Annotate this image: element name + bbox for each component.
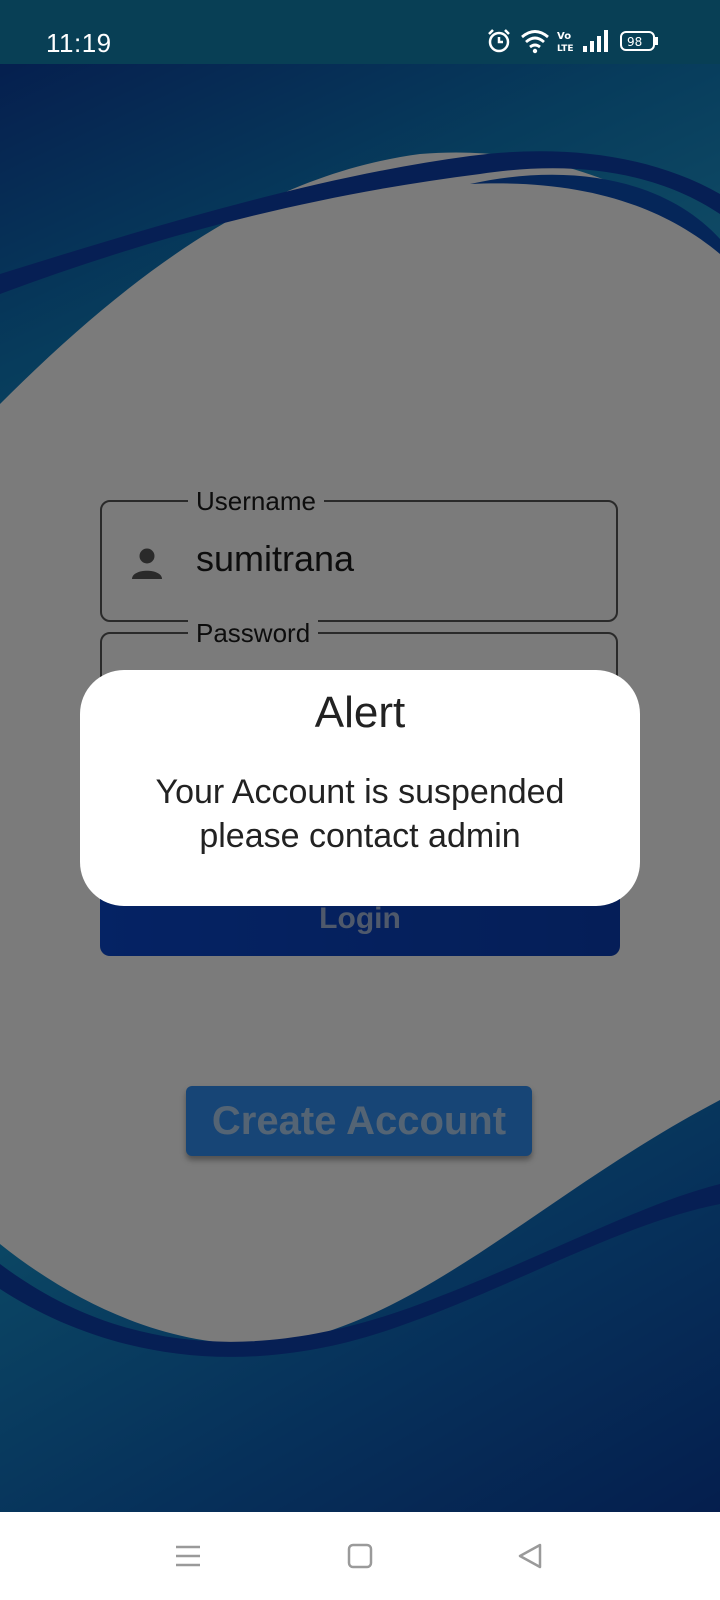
dialog-message: Your Account is suspended please contact… bbox=[110, 770, 610, 858]
back-icon[interactable] bbox=[516, 1542, 544, 1575]
svg-text:Vo: Vo bbox=[557, 31, 571, 42]
dialog-message-line1: Your Account is suspended bbox=[155, 773, 565, 811]
signal-icon bbox=[583, 30, 608, 52]
volte-icon: Vo LTE bbox=[557, 31, 574, 54]
wifi-icon bbox=[521, 30, 549, 54]
status-bar: 11:19 Vo LTE 98 bbox=[0, 0, 720, 64]
dialog-title: Alert bbox=[314, 688, 406, 737]
alarm-icon bbox=[488, 29, 510, 53]
svg-text:LTE: LTE bbox=[557, 44, 574, 54]
status-icons: Vo LTE 98 bbox=[486, 28, 676, 60]
svg-text:98: 98 bbox=[627, 35, 642, 49]
navigation-bar bbox=[0, 1512, 720, 1600]
battery-icon: 98 bbox=[620, 31, 658, 51]
alert-dialog: Alert Your Account is suspended please c… bbox=[80, 670, 640, 906]
menu-icon[interactable] bbox=[174, 1542, 202, 1575]
status-time: 11:19 bbox=[46, 28, 112, 58]
home-icon[interactable] bbox=[346, 1542, 374, 1575]
dialog-message-line2: please contact admin bbox=[199, 817, 521, 855]
